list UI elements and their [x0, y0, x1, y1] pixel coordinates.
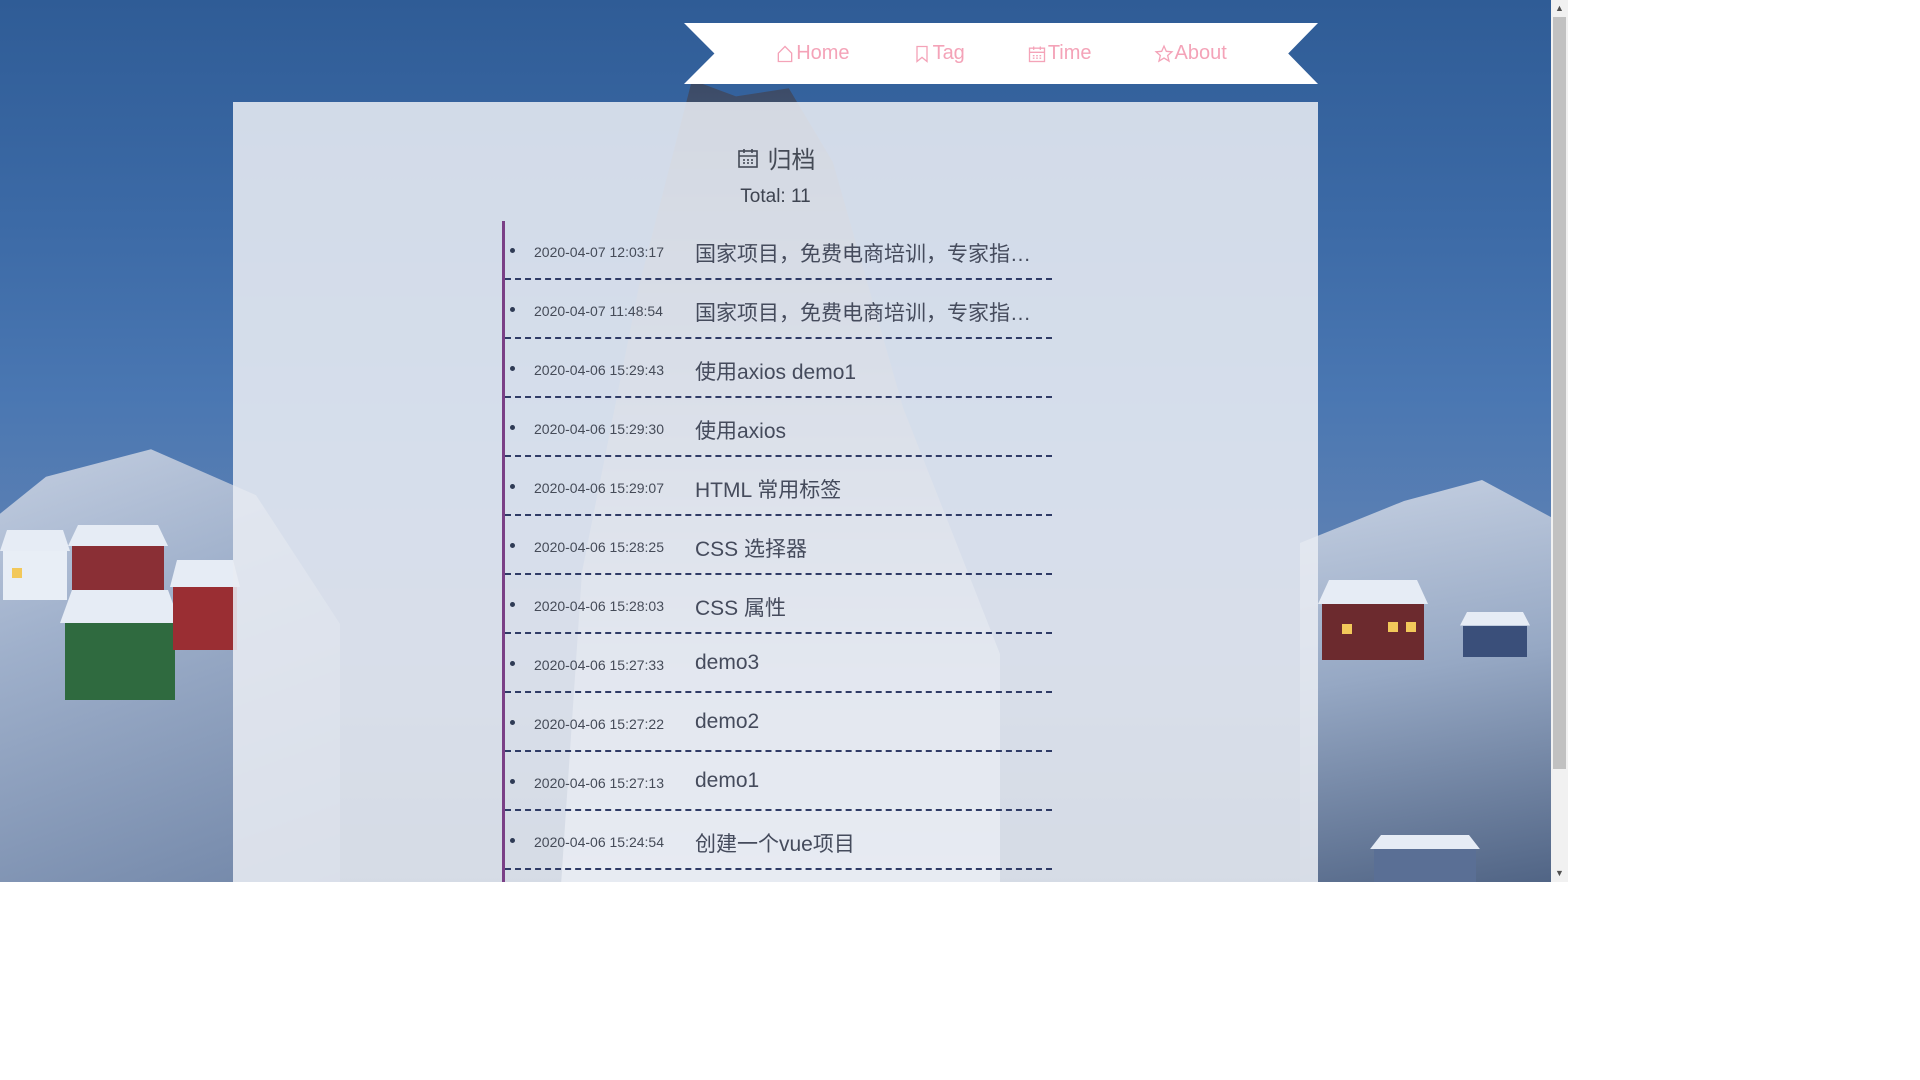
post-date: 2020-04-06 15:24:54 — [534, 834, 664, 850]
timeline-dot — [510, 484, 515, 489]
nav-home-label: Home — [796, 42, 850, 64]
star-icon — [1153, 43, 1174, 62]
post-date: 2020-04-06 15:27:22 — [534, 716, 664, 732]
scroll-down-icon[interactable]: ▼ — [1551, 865, 1568, 882]
page-title-text: 归档 — [767, 147, 816, 174]
post-date: 2020-04-06 15:29:07 — [534, 480, 664, 496]
post-title-link[interactable]: demo1 — [695, 769, 759, 793]
background-house — [60, 590, 180, 700]
post-title-link[interactable]: 国家项目，免费电商培训，专家指导... — [695, 238, 1045, 268]
timeline-row: 2020-04-06 15:28:03 CSS 属性 — [505, 575, 1052, 634]
background-house — [68, 525, 168, 595]
nav-time-label: Time — [1047, 42, 1092, 64]
background-mountain-right — [1300, 480, 1551, 882]
post-date: 2020-04-07 12:03:17 — [534, 244, 664, 260]
post-date: 2020-04-06 15:29:43 — [534, 362, 664, 378]
post-title-link[interactable]: CSS 选择器 — [695, 533, 807, 563]
post-date: 2020-04-06 15:28:03 — [534, 598, 664, 614]
post-title-link[interactable]: 国家项目，免费电商培训，专家指导... — [695, 297, 1045, 327]
background-house — [1370, 835, 1480, 882]
timeline-dot — [510, 838, 515, 843]
home-icon — [777, 45, 793, 62]
nav-tag-label: Tag — [932, 42, 965, 64]
post-title-link[interactable]: demo3 — [695, 651, 759, 675]
timeline-row: 2020-04-06 15:24:54 创建一个vue项目 — [505, 811, 1052, 870]
archive-timeline: 2020-04-07 12:03:17 国家项目，免费电商培训，专家指导... … — [502, 221, 1052, 882]
post-title-link[interactable]: demo2 — [695, 710, 759, 734]
timeline-row: 2020-04-06 15:28:25 CSS 选择器 — [505, 516, 1052, 575]
calendar-icon — [1028, 46, 1045, 62]
nav-time-link[interactable]: Time — [996, 42, 1123, 65]
main-nav: Home Tag Time About — [684, 23, 1318, 84]
bookmark-icon — [915, 45, 928, 63]
post-date: 2020-04-06 15:29:30 — [534, 421, 664, 437]
total-count: Total: 11 — [740, 186, 811, 207]
timeline-dot — [510, 366, 515, 371]
timeline-row: 2020-04-07 12:03:17 国家项目，免费电商培训，专家指导... — [505, 221, 1052, 280]
timeline-row: 2020-04-06 15:27:13 demo1 — [505, 752, 1052, 811]
post-date: 2020-04-06 15:27:13 — [534, 775, 664, 791]
timeline-row: 2020-04-06 15:29:43 使用axios demo1 — [505, 339, 1052, 398]
scroll-up-icon[interactable]: ▲ — [1551, 0, 1568, 17]
post-title-link[interactable]: CSS 属性 — [695, 592, 786, 622]
post-title-link[interactable]: 创建一个vue项目 — [695, 828, 855, 858]
scrollbar-thumb[interactable] — [1553, 17, 1566, 769]
timeline-dot — [510, 602, 515, 607]
timeline-row: 2020-04-06 15:29:30 使用axios — [505, 398, 1052, 457]
timeline-row: 2020-04-07 11:48:54 国家项目，免费电商培训，专家指导... — [505, 280, 1052, 339]
post-title-link[interactable]: 使用axios — [695, 415, 786, 445]
timeline-dot — [510, 248, 515, 253]
timeline-dot — [510, 307, 515, 312]
post-title-link[interactable]: 使用axios demo1 — [695, 356, 856, 386]
background-house — [1318, 580, 1428, 660]
vertical-scrollbar[interactable]: ▲ ▼ — [1551, 0, 1568, 882]
timeline-dot — [510, 661, 515, 666]
post-date: 2020-04-07 11:48:54 — [534, 303, 663, 319]
timeline-row: 2020-04-06 15:27:33 demo3 — [505, 634, 1052, 693]
timeline-dot — [510, 543, 515, 548]
timeline-dot — [510, 720, 515, 725]
calendar-icon — [737, 148, 758, 168]
page-title: 归档 — [233, 140, 1318, 175]
nav-home-link[interactable]: Home — [744, 42, 880, 65]
post-date: 2020-04-06 15:27:33 — [534, 657, 664, 673]
timeline-row: 2020-04-06 15:27:22 demo2 — [505, 693, 1052, 752]
background-house — [1460, 612, 1530, 657]
timeline-row: 2020-04-06 15:29:07 HTML 常用标签 — [505, 457, 1052, 516]
background-house — [170, 560, 240, 650]
nav-about-link[interactable]: About — [1123, 42, 1258, 65]
timeline-dot — [510, 425, 515, 430]
timeline-dot — [510, 779, 515, 784]
nav-about-label: About — [1174, 42, 1227, 64]
post-date: 2020-04-06 15:28:25 — [534, 539, 664, 555]
nav-tag-link[interactable]: Tag — [881, 42, 996, 65]
post-title-link[interactable]: HTML 常用标签 — [695, 474, 841, 504]
